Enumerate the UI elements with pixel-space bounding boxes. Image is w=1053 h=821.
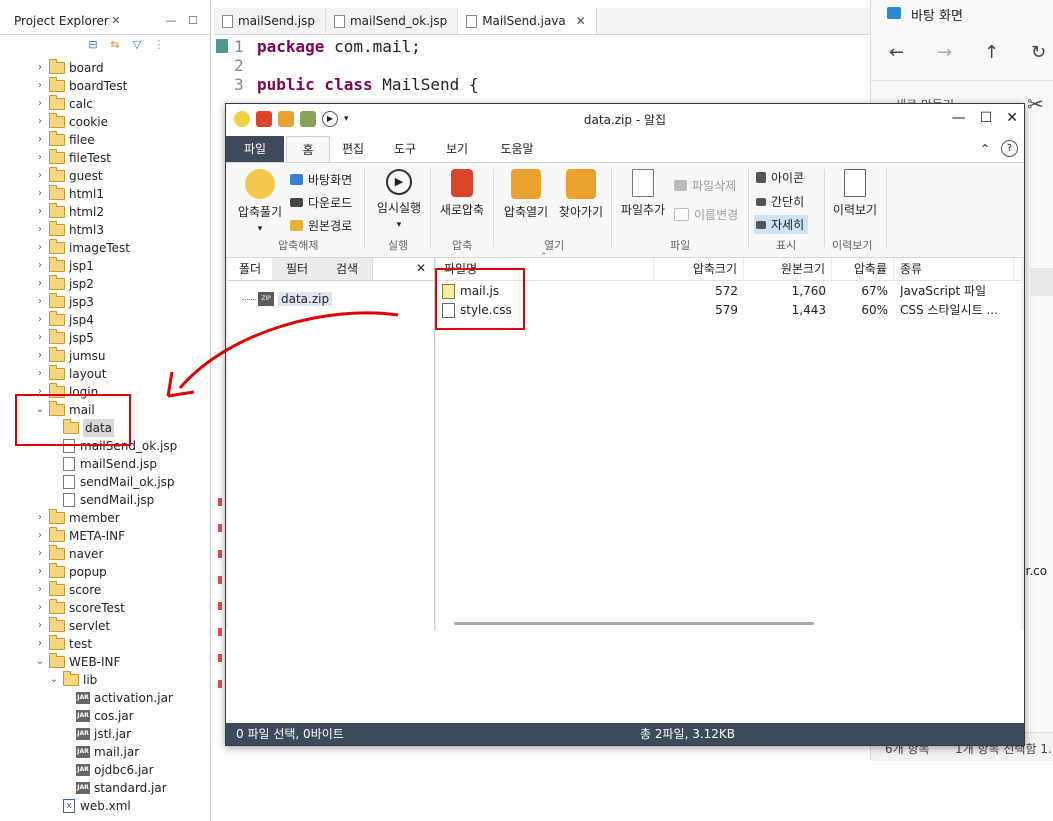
- arrow-line: [178, 311, 399, 389]
- annotation-arrow: [166, 311, 399, 398]
